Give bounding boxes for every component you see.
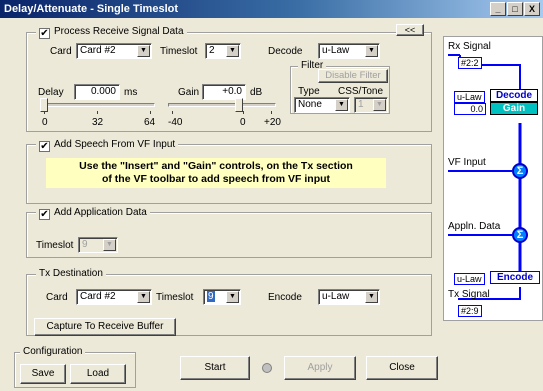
sum-node-vf-icon: Σ [512,163,528,179]
decode-block: Decode [490,89,538,102]
delay-tick-label: 0 [42,117,48,128]
gain-label: Gain [178,87,200,98]
delay-tick [150,111,151,114]
gain-tick-label: 0 [240,117,246,128]
gain-tick-label: +20 [264,117,281,128]
delay-input[interactable]: 0.000 [74,84,120,100]
application-checkbox-box[interactable]: ✔ [39,209,50,220]
chevron-down-icon[interactable]: ▼ [226,291,239,303]
gain-tick [172,111,173,114]
app-timeslot-label: Timeslot [36,240,74,251]
delay-slider-thumb[interactable] [40,98,48,112]
delay-tick-label: 32 [92,117,104,128]
filter-css-label: CSS/Tone [338,86,384,97]
chevron-down-icon[interactable]: ▼ [226,45,239,57]
speech-info-line2: of the VF toolbar to add speech from VF … [101,173,331,185]
window-title: Delay/Attenuate - Single Timeslot [4,3,179,15]
delay-tick [44,111,45,114]
filter-type-label: Type [298,86,320,97]
tx-legend: Tx Destination [36,268,106,279]
decode-label: Decode [268,46,303,57]
chevron-down-icon[interactable]: ▼ [365,45,378,57]
delay-label: Delay [38,87,64,98]
capture-button[interactable]: Capture To Receive Buffer [34,318,176,336]
rx-signal-label: Rx Signal [448,41,491,52]
delay-unit: ms [124,87,138,98]
speech-checkbox[interactable]: ✔ Add Speech From VF Input [36,139,179,152]
gain-slider-track[interactable] [168,103,276,107]
decode-law-badge: u-Law [454,91,485,103]
tx-timeslot-label: Timeslot [156,292,194,303]
signal-flow-panel: Rx Signal #2:2 u-Law Decode 0.0 Gain VF … [443,36,543,321]
timeslot-label: Timeslot [160,46,198,57]
close-button[interactable]: Close [366,356,438,380]
app-timeslot-select[interactable]: 9 ▼ [78,237,118,253]
application-checkbox[interactable]: ✔ Add Application Data [36,207,150,220]
chevron-down-icon[interactable]: ▼ [373,99,386,111]
chevron-down-icon[interactable]: ▼ [137,291,150,303]
close-window-button[interactable]: X [524,2,540,16]
chevron-down-icon[interactable]: ▼ [335,99,348,111]
configuration-legend: Configuration [20,346,86,357]
receive-checkbox-box[interactable]: ✔ [39,28,50,39]
encode-label: Encode [268,292,302,303]
maximize-button[interactable]: □ [507,2,523,16]
encode-select[interactable]: u-Law ▼ [318,289,380,305]
gain-tick [243,111,244,114]
tx-signal-label: Tx Signal [448,289,490,300]
chevron-down-icon[interactable]: ▼ [365,291,378,303]
gain-value-badge: 0.0 [454,103,486,115]
chevron-down-icon[interactable]: ▼ [137,45,150,57]
disable-filter-button[interactable]: Disable Filter [318,69,388,83]
apply-button[interactable]: Apply [284,356,356,380]
application-checkbox-label: Add Application Data [54,207,147,218]
load-button[interactable]: Load [70,364,126,384]
tx-timeslot-select[interactable]: 9 ▼ [203,289,241,305]
tx-card-label: Card [46,292,68,303]
gain-tick-label: -40 [168,117,183,128]
appln-data-label: Appln. Data [448,221,501,232]
speech-checkbox-box[interactable]: ✔ [39,141,50,152]
receive-checkbox-label: Process Receive Signal Data [54,26,184,37]
receive-checkbox[interactable]: ✔ Process Receive Signal Data [36,26,187,39]
timeslot-select[interactable]: 2 ▼ [205,43,241,59]
status-led-icon [262,363,272,373]
gain-unit: dB [250,87,263,98]
delay-slider-track[interactable] [40,103,155,107]
minimize-button[interactable]: _ [490,2,506,16]
filter-type-select[interactable]: None ▼ [294,97,350,113]
encode-block: Encode [490,271,540,284]
speech-info-line1: Use the "Insert" and "Gain" controls, on… [79,160,353,172]
tx-signal-value: #2:9 [458,305,482,317]
speech-info-message: Use the "Insert" and "Gain" controls, on… [46,158,386,188]
chevron-down-icon[interactable]: ▼ [103,239,116,251]
card-label: Card [50,46,72,57]
gain-block: Gain [490,102,538,115]
title-bar: Delay/Attenuate - Single Timeslot _ □ X [0,0,543,18]
rx-signal-value: #2:2 [458,57,482,69]
start-button[interactable]: Start [180,356,250,380]
encode-law-badge: u-Law [454,273,485,285]
delay-tick [97,111,98,114]
card-select[interactable]: Card #2 ▼ [76,43,152,59]
collapse-button[interactable]: << [396,24,424,36]
decode-select[interactable]: u-Law ▼ [318,43,380,59]
gain-tick [271,111,272,114]
speech-checkbox-label: Add Speech From VF Input [54,139,176,150]
delay-tick-label: 64 [144,117,156,128]
gain-slider-thumb[interactable] [234,98,243,112]
save-button[interactable]: Save [20,364,66,384]
sum-node-app-icon: Σ [512,227,528,243]
filter-css-select[interactable]: 1 ▼ [354,97,388,113]
vf-input-label: VF Input [448,157,486,168]
tx-card-select[interactable]: Card #2 ▼ [76,289,152,305]
